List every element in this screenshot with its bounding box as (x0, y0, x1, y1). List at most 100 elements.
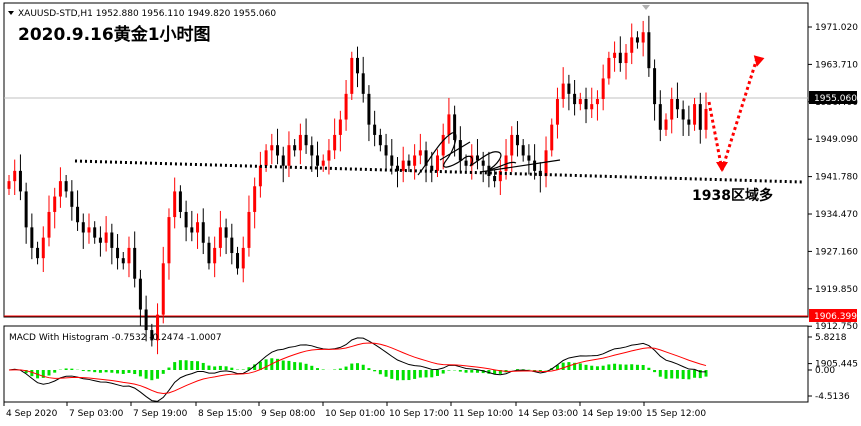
macd-hist-bar (658, 370, 662, 377)
candle-body (173, 191, 177, 218)
candle-body (464, 160, 468, 166)
candle-body (641, 32, 645, 43)
macd-hist-bar (121, 370, 125, 374)
macd-hist-bar (578, 363, 582, 370)
candle-body (127, 247, 131, 264)
price-tick-label: 1927.160 (815, 247, 858, 257)
symbol-line: XAUUSD-STD,H1 1952.880 1956.110 1949.820… (18, 9, 276, 19)
macd-hist-bar (664, 370, 668, 379)
candle-body (258, 165, 262, 187)
candle-body (670, 98, 674, 120)
time-tick-label: 14 Sep 19:00 (582, 409, 642, 419)
macd-hist-bar (213, 366, 217, 370)
time-tick-label: 9 Sep 08:00 (261, 409, 316, 419)
macd-hist-bar (81, 370, 85, 372)
time-tick-label: 8 Sep 15:00 (198, 409, 253, 419)
price-tick-label: 1941.780 (815, 173, 858, 183)
candle-body (116, 247, 120, 259)
macd-hist-bar (87, 370, 91, 372)
price-tick-label: 1963.710 (815, 60, 858, 70)
macd-hist-bar (321, 369, 325, 370)
candle-body (224, 227, 228, 238)
macd-hist-bar (230, 367, 234, 370)
candle-body (293, 145, 297, 151)
macd-hist-bar (390, 370, 394, 379)
macd-hist-bar (584, 364, 588, 370)
candle-body (533, 160, 537, 171)
macd-hist-bar (356, 363, 359, 370)
macd-hist-bar (144, 370, 148, 379)
candle-body (373, 124, 377, 135)
candle-body (693, 104, 697, 125)
macd-hist-bar (190, 360, 194, 370)
candle-body (675, 98, 679, 110)
macd-hist-bar (224, 366, 228, 370)
candle-body (550, 124, 554, 151)
time-tick-label: 11 Sep 10:00 (453, 409, 513, 419)
macd-hist-bar (670, 370, 674, 379)
candle-body (555, 98, 559, 125)
candle-body (138, 278, 142, 310)
macd-hist-bar (350, 363, 354, 370)
candle-body (264, 150, 268, 166)
macd-hist-bar (70, 368, 74, 370)
macd-hist-bar (173, 362, 177, 370)
macd-hist-bar (470, 370, 474, 373)
macd-hist-bar (618, 364, 622, 370)
macd-hist-bar (133, 370, 137, 375)
candle-body (167, 217, 171, 264)
candle-body (276, 145, 280, 156)
candle-body (218, 227, 222, 248)
candle-body (93, 227, 97, 238)
candle-body (618, 52, 622, 64)
macd-hist-bar (127, 370, 131, 373)
candle-body (544, 150, 548, 177)
macd-hist-bar (178, 360, 182, 370)
candle-body (207, 242, 211, 264)
candle-body (213, 247, 217, 264)
headline: 2020.9.16黄金1小时图 (18, 24, 211, 45)
candle-body (521, 145, 525, 156)
price-panel[interactable] (3, 2, 809, 318)
line-price-label: 1906.399 (814, 312, 857, 322)
candle-body (681, 109, 685, 120)
candle-body (30, 227, 34, 248)
macd-hist-bar (407, 370, 411, 381)
macd-hist-bar (264, 359, 268, 370)
price-tick-label: 1949.090 (815, 135, 858, 145)
candle-body (590, 104, 594, 110)
candle-body (367, 93, 371, 125)
current-price-label: 1955.060 (814, 94, 857, 104)
candle-body (350, 57, 354, 94)
time-tick-label: 15 Sep 12:00 (646, 409, 706, 419)
candle-body (144, 309, 148, 331)
macd-hist-bar (184, 360, 188, 370)
macd-hist-bar (93, 370, 97, 373)
macd-hist-bar (401, 370, 405, 381)
candle-body (18, 170, 22, 192)
time-tick-label: 10 Sep 17:00 (389, 409, 449, 419)
time-tick-label: 14 Sep 03:00 (518, 409, 578, 419)
candle-body (121, 258, 125, 264)
candle-body (356, 57, 359, 74)
macd-hist-bar (53, 370, 57, 373)
macd-hist-bar (418, 370, 422, 378)
candle-body (441, 134, 445, 156)
macd-tick-label: 5.8218 (815, 333, 847, 343)
macd-hist-bar (704, 370, 708, 377)
time-tick-label: 7 Sep 03:00 (69, 409, 124, 419)
macd-hist-bar (424, 370, 428, 378)
candle-body (87, 227, 91, 233)
candle-body (70, 191, 74, 207)
time-tick-label: 10 Sep 01:00 (325, 409, 385, 419)
candle-body (413, 155, 417, 166)
macd-hist-bar (316, 368, 320, 370)
candle-body (584, 98, 588, 110)
candle-body (110, 232, 114, 248)
candle-body (196, 222, 200, 233)
macd-hist-bar (361, 364, 365, 370)
macd-hist-bar (458, 370, 462, 372)
candle-body (561, 83, 565, 99)
candle-body (13, 170, 17, 182)
time-tick-label: 4 Sep 2020 (6, 409, 58, 419)
